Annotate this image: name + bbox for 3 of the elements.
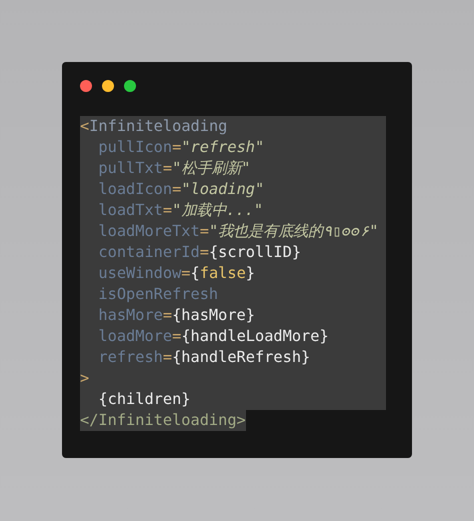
window-control-button[interactable] [80, 80, 92, 92]
window-control-button[interactable] [124, 80, 136, 92]
window-control-button[interactable] [102, 80, 114, 92]
